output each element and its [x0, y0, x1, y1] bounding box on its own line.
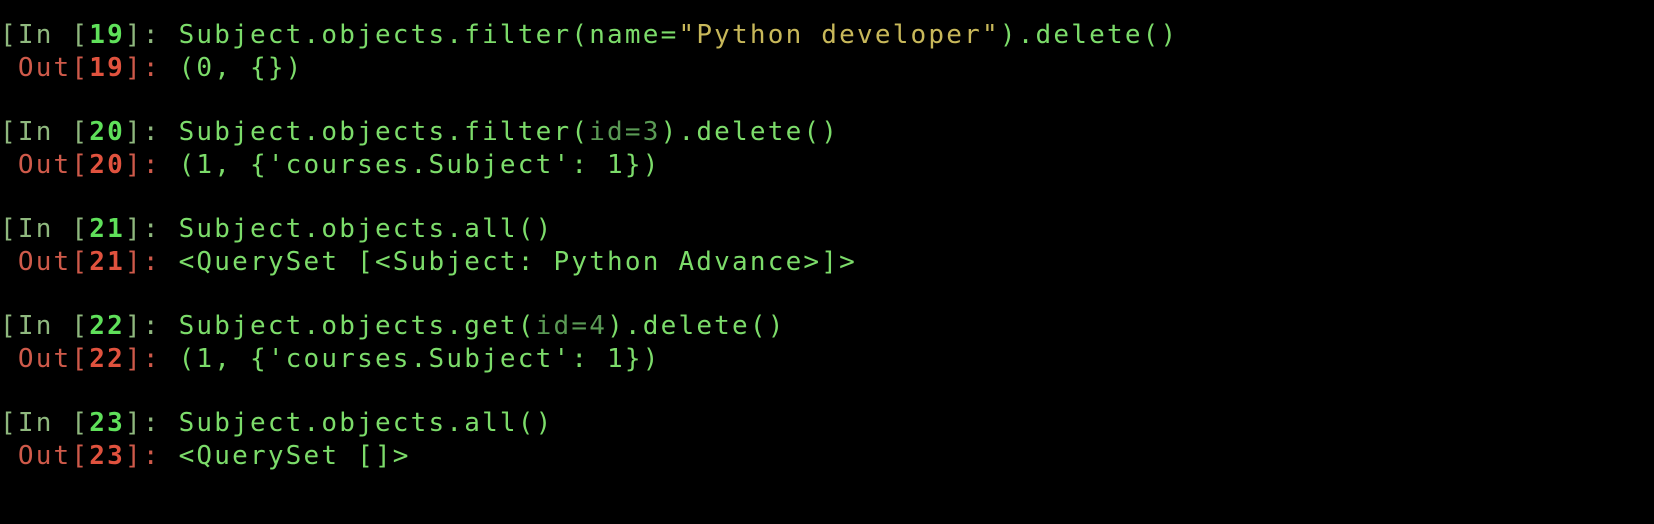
output-text: <QuerySet [<Subject: Python Advance>]> [178, 247, 857, 277]
output-line: Out[23]: <QuerySet []> [0, 439, 411, 473]
in-prompt-suffix: ]: [125, 214, 179, 244]
in-prompt-prefix: [In [ [0, 20, 90, 50]
input-line[interactable]: [In [19]: Subject.objects.filter(name="P… [0, 18, 1178, 52]
in-prompt-number: 22 [89, 311, 125, 341]
in-prompt-number: 21 [89, 214, 125, 244]
in-prompt-prefix: [In [ [0, 117, 90, 147]
code-string-literal: "Python developer" [678, 20, 1000, 50]
in-prompt-suffix: ]: [125, 117, 179, 147]
code-text: Subject.objects.get( [178, 311, 536, 341]
out-prompt-suffix: ]: [125, 441, 179, 471]
out-prompt-number: 20 [89, 150, 125, 180]
out-prompt-prefix: Out[ [0, 53, 90, 83]
out-prompt-suffix: ]: [125, 344, 179, 374]
out-prompt-prefix: Out[ [0, 441, 90, 471]
in-prompt-suffix: ]: [125, 20, 179, 50]
in-prompt-number: 23 [89, 408, 125, 438]
out-prompt-suffix: ]: [125, 247, 179, 277]
out-prompt-prefix: Out[ [0, 344, 90, 374]
output-line: Out[19]: (0, {}) [0, 51, 304, 85]
code-text: ).delete() [607, 311, 786, 341]
output-text: <QuerySet []> [178, 441, 411, 471]
input-line[interactable]: [In [20]: Subject.objects.filter(id=3).d… [0, 115, 839, 149]
code-text: Subject.objects.all() [178, 408, 554, 438]
input-line[interactable]: [In [22]: Subject.objects.get(id=4).dele… [0, 309, 786, 343]
code-text: Subject.objects.filter(name= [178, 20, 679, 50]
in-prompt-prefix: [In [ [0, 311, 90, 341]
code-text: Subject.objects.filter( [178, 117, 590, 147]
input-line[interactable]: [In [21]: Subject.objects.all() [0, 212, 553, 246]
code-keyword-argument: id=3 [589, 117, 661, 147]
in-prompt-suffix: ]: [125, 408, 179, 438]
in-prompt-number: 20 [89, 117, 125, 147]
in-prompt-number: 19 [89, 20, 125, 50]
output-line: Out[22]: (1, {'courses.Subject': 1}) [0, 342, 661, 376]
out-prompt-number: 23 [89, 441, 125, 471]
in-prompt-suffix: ]: [125, 311, 179, 341]
in-prompt-prefix: [In [ [0, 214, 90, 244]
out-prompt-prefix: Out[ [0, 150, 90, 180]
ipython-terminal[interactable]: [In [19]: Subject.objects.filter(name="P… [0, 0, 1654, 524]
in-prompt-prefix: [In [ [0, 408, 90, 438]
output-text: (1, {'courses.Subject': 1}) [178, 344, 661, 374]
code-text: ).delete() [999, 20, 1179, 50]
out-prompt-number: 21 [89, 247, 125, 277]
output-line: Out[21]: <QuerySet [<Subject: Python Adv… [0, 245, 857, 279]
out-prompt-suffix: ]: [125, 150, 179, 180]
out-prompt-prefix: Out[ [0, 247, 90, 277]
out-prompt-number: 19 [89, 53, 125, 83]
output-text: (0, {}) [178, 53, 304, 83]
code-text: ).delete() [660, 117, 840, 147]
out-prompt-suffix: ]: [125, 53, 179, 83]
input-line[interactable]: [In [23]: Subject.objects.all() [0, 406, 553, 440]
output-line: Out[20]: (1, {'courses.Subject': 1}) [0, 148, 661, 182]
output-text: (1, {'courses.Subject': 1}) [178, 150, 661, 180]
code-text: Subject.objects.all() [178, 214, 554, 244]
out-prompt-number: 22 [89, 344, 125, 374]
code-keyword-argument: id=4 [535, 311, 608, 341]
